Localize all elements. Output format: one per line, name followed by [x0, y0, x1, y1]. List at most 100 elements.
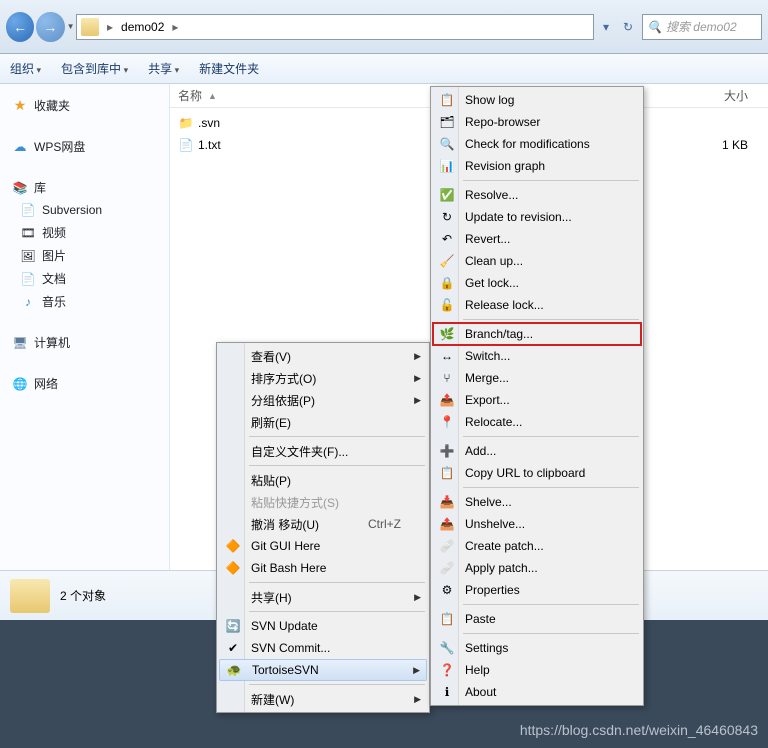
forward-button[interactable]: →	[36, 12, 64, 42]
menu-item-label: Switch...	[465, 349, 621, 363]
new-folder-button[interactable]: 新建文件夹	[199, 60, 259, 77]
blank-icon	[221, 443, 245, 459]
address-dropdown-button[interactable]: ▾	[596, 15, 616, 39]
ctx-svn-item-settings[interactable]: 🔧Settings	[433, 637, 641, 659]
menu-item-label: Show log	[465, 93, 621, 107]
resolve-icon: ✅	[435, 187, 459, 203]
sidebar-favorites[interactable]: ★收藏夹	[0, 94, 169, 117]
copy-icon: 📋	[435, 465, 459, 481]
ctx-main-item-o[interactable]: 排序方式(O)▶	[219, 367, 427, 389]
ctx-svn-item-revert[interactable]: ↶Revert...	[433, 228, 641, 250]
ctx-svn-item-help[interactable]: ❓Help	[433, 659, 641, 681]
ctx-svn-item-branch-tag[interactable]: 🌿Branch/tag...	[433, 323, 641, 345]
documents-icon: 📄	[20, 271, 36, 287]
search-box[interactable]: 🔍 搜索 demo02	[642, 14, 762, 40]
video-icon: 🎞	[20, 225, 36, 241]
menu-item-label: Apply patch...	[465, 561, 621, 575]
sidebar-item-video[interactable]: 🎞视频	[0, 221, 169, 244]
ctx-svn-item-create-patch[interactable]: 🩹Create patch...	[433, 535, 641, 557]
ctx-svn-item-shelve[interactable]: 📥Shelve...	[433, 491, 641, 513]
sidebar-item-music[interactable]: ♪音乐	[0, 290, 169, 313]
menu-item-label: Release lock...	[465, 298, 621, 312]
ctx-main-item-git-bash-here[interactable]: 🔶Git Bash Here	[219, 557, 427, 579]
menu-item-label: Shelve...	[465, 495, 621, 509]
network-icon: 🌐	[12, 376, 28, 392]
share-button[interactable]: 共享	[148, 60, 179, 77]
refresh-button[interactable]: ↻	[618, 15, 638, 39]
ctx-svn-item-resolve[interactable]: ✅Resolve...	[433, 184, 641, 206]
ctx-svn-item-about[interactable]: ℹAbout	[433, 681, 641, 703]
ctx-main-item-h[interactable]: 共享(H)▶	[219, 586, 427, 608]
ctx-main-item-s[interactable]: 粘贴快捷方式(S)	[219, 491, 427, 513]
sidebar-item-documents[interactable]: 📄文档	[0, 267, 169, 290]
ctx-main-item-tortoisesvn[interactable]: 🐢TortoiseSVN▶	[219, 659, 427, 681]
ctx-svn-item-revision-graph[interactable]: 📊Revision graph	[433, 155, 641, 177]
breadcrumb-folder[interactable]: demo02	[121, 20, 164, 34]
ctx-main-item-p[interactable]: 分组依据(P)▶	[219, 389, 427, 411]
ctx-svn-item-unshelve[interactable]: 📤Unshelve...	[433, 513, 641, 535]
menu-item-label: Git GUI Here	[251, 539, 407, 553]
ctx-svn-item-copy-url-to-clipboard[interactable]: 📋 Copy URL to clipboard	[433, 462, 641, 484]
ctx-main-item-v[interactable]: 查看(V)▶	[219, 345, 427, 367]
ctx-main-item-f[interactable]: 自定义文件夹(F)...	[219, 440, 427, 462]
ctx-svn-item-switch[interactable]: ↔Switch...	[433, 345, 641, 367]
sidebar-item-pictures[interactable]: 🖼图片	[0, 244, 169, 267]
ctx-svn-item-paste[interactable]: 📋Paste	[433, 608, 641, 630]
unshelve-icon: 📤	[435, 516, 459, 532]
ctx-svn-item-show-log[interactable]: 📋Show log	[433, 89, 641, 111]
menu-item-label: Properties	[465, 583, 621, 597]
sidebar-network[interactable]: 🌐网络	[0, 372, 169, 395]
ctx-main-item-svn-commit[interactable]: ✔SVN Commit...	[219, 637, 427, 659]
folder-icon: 📁	[178, 115, 194, 131]
ctx-main-item-w[interactable]: 新建(W)▶	[219, 688, 427, 710]
sidebar-wps[interactable]: ☁WPS网盘	[0, 135, 169, 158]
menu-item-label: 查看(V)	[251, 348, 407, 365]
ctx-svn-separator	[463, 180, 639, 181]
sidebar-library[interactable]: 📚库	[0, 176, 169, 199]
status-folder-icon	[10, 579, 50, 613]
organize-button[interactable]: 组织	[10, 60, 41, 77]
ctx-svn-separator	[463, 319, 639, 320]
menu-item-label: Help	[465, 663, 621, 677]
ctx-svn-item-relocate[interactable]: 📍Relocate...	[433, 411, 641, 433]
ctx-main-item-u[interactable]: 撤消 移动(U)Ctrl+Z	[219, 513, 427, 535]
svn-commit-icon: ✔	[221, 640, 245, 656]
ctx-svn-item-add[interactable]: ➕Add...	[433, 440, 641, 462]
address-bar[interactable]: ▸ demo02 ▸	[76, 14, 594, 40]
ctx-svn-item-export[interactable]: 📤Export...	[433, 389, 641, 411]
blank-icon	[221, 516, 245, 532]
ctx-main-item-git-gui-here[interactable]: 🔶Git GUI Here	[219, 535, 427, 557]
ctx-svn-item-clean-up[interactable]: 🧹Clean up...	[433, 250, 641, 272]
ctx-svn-item-get-lock[interactable]: 🔒Get lock...	[433, 272, 641, 294]
ctx-svn-item-release-lock[interactable]: 🔓Release lock...	[433, 294, 641, 316]
column-name[interactable]: 名称▲	[170, 87, 418, 104]
ctx-svn-separator	[463, 604, 639, 605]
ctx-svn-item-properties[interactable]: ⚙ Properties	[433, 579, 641, 601]
ctx-svn-item-apply-patch[interactable]: 🩹Apply patch...	[433, 557, 641, 579]
menu-item-label: Copy URL to clipboard	[465, 466, 621, 480]
ctx-svn-item-check-for-modifications[interactable]: 🔍Check for modifications	[433, 133, 641, 155]
ctx-main-separator	[249, 611, 425, 612]
menu-item-label: Clean up...	[465, 254, 621, 268]
props-icon: ⚙	[435, 582, 459, 598]
search-placeholder: 搜索 demo02	[666, 18, 737, 35]
sidebar-item-subversion[interactable]: 📄Subversion	[0, 199, 169, 221]
menu-item-label: Revert...	[465, 232, 621, 246]
back-button[interactable]: ←	[6, 12, 34, 42]
ctx-svn-separator	[463, 436, 639, 437]
sidebar-computer[interactable]: 🖥计算机	[0, 331, 169, 354]
ctx-main-item-e[interactable]: 刷新(E)	[219, 411, 427, 433]
ctx-svn-item-merge[interactable]: ⑂Merge...	[433, 367, 641, 389]
ctx-svn-item-repo-browser[interactable]: 🗂Repo-browser	[433, 111, 641, 133]
star-icon: ★	[12, 98, 28, 114]
ctx-main-item-svn-update[interactable]: 🔄SVN Update	[219, 615, 427, 637]
computer-icon: 🖥	[12, 335, 28, 351]
ctx-main-item-p[interactable]: 粘贴(P)	[219, 469, 427, 491]
submenu-arrow-icon: ▶	[414, 395, 421, 406]
menu-item-label: Settings	[465, 641, 621, 655]
include-library-button[interactable]: 包含到库中	[61, 60, 128, 77]
nav-dropdown[interactable]: ▼	[67, 22, 76, 31]
sidebar: ★收藏夹 ☁WPS网盘 📚库 📄Subversion 🎞视频 🖼图片 📄文档 ♪…	[0, 84, 170, 570]
ctx-main-separator	[249, 436, 425, 437]
ctx-svn-item-update-to-revision[interactable]: ↻Update to revision...	[433, 206, 641, 228]
